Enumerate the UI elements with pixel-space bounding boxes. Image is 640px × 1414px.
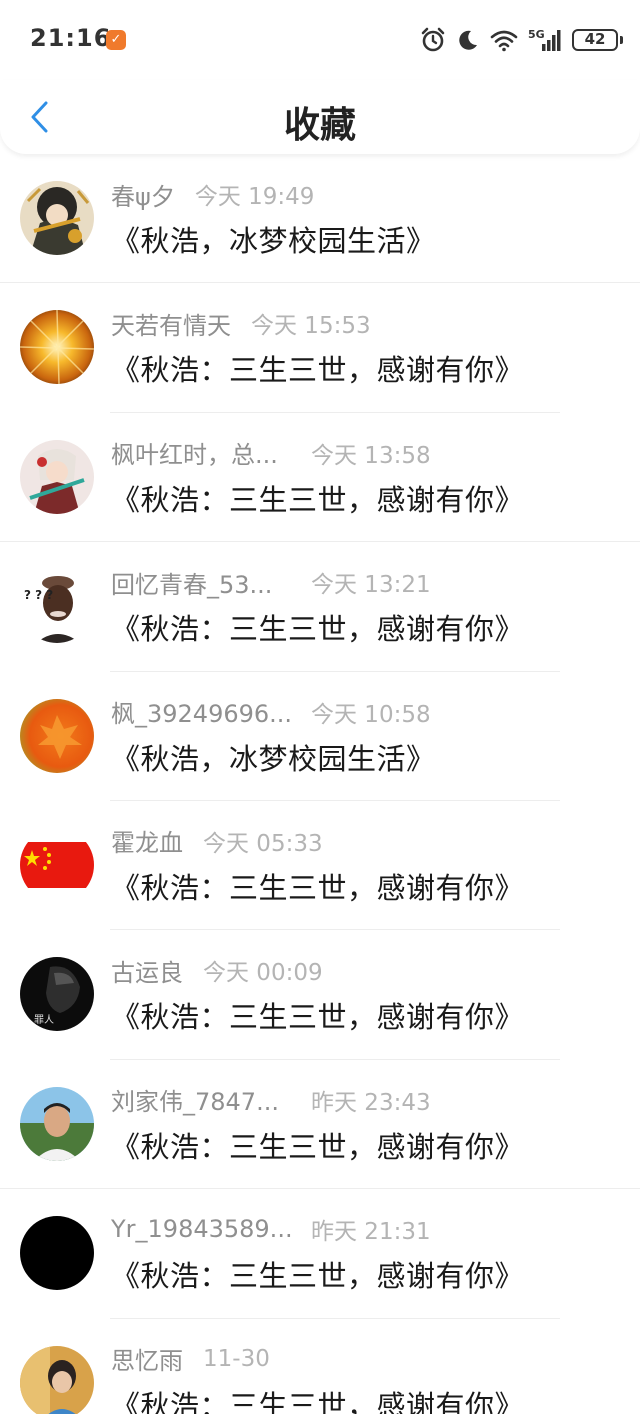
list-item[interactable]: 罪人 古运良 今天 00:09 《秋浩：三生三世，感谢有你》 — [0, 930, 640, 1060]
list-item[interactable]: 春ψ夕 今天 19:49 《秋浩，冰梦校园生活》 — [0, 154, 640, 284]
avatar[interactable]: ? ? ? — [20, 569, 94, 644]
meta-row: 刘家伟_7847... 昨天 23:43 — [111, 1084, 431, 1116]
username[interactable]: 刘家伟_7847... — [111, 1082, 311, 1117]
avatar[interactable] — [20, 827, 94, 902]
avatar[interactable] — [20, 439, 94, 514]
meta-row: 思忆雨 11-30 — [111, 1341, 270, 1376]
username[interactable]: 天若有情天 — [111, 306, 231, 341]
timestamp: 今天 15:53 — [251, 313, 371, 340]
avatar[interactable] — [20, 181, 94, 255]
status-icons: 5G 42 — [420, 26, 623, 54]
timestamp: 今天 05:33 — [203, 830, 323, 857]
meta-row: 回忆青春_53... 今天 13:21 — [111, 565, 431, 600]
book-title[interactable]: 《秋浩，冰梦校园生活》 — [111, 736, 436, 778]
book-title[interactable]: 《秋浩：三生三世，感谢有你》 — [111, 994, 524, 1036]
page-title: 收藏 — [283, 105, 356, 146]
timestamp: 今天 10:58 — [311, 701, 431, 728]
book-title[interactable]: 《秋浩：三生三世，感谢有你》 — [111, 477, 524, 519]
avatar[interactable] — [20, 1086, 94, 1161]
book-title[interactable]: 《秋浩：三生三世，感谢有你》 — [111, 865, 524, 907]
status-bar: 21:16 ✓ 5G 42 — [0, 0, 640, 80]
question-marks: ? ? ? — [24, 588, 53, 602]
username[interactable]: 枫_39249696... — [111, 694, 311, 729]
meta-row: 春ψ夕 今天 19:49 — [111, 177, 315, 212]
list-item[interactable]: ? ? ? 回忆青春_53... 今天 13:21 《秋浩：三生三世，感谢有你》 — [0, 542, 640, 672]
avatar[interactable] — [20, 310, 94, 385]
timestamp: 11-30 — [203, 1345, 270, 1372]
signal-5g-icon: 5G — [528, 28, 561, 51]
status-time: 21:16 — [30, 24, 112, 52]
book-title[interactable]: 《秋浩：三生三世，感谢有你》 — [111, 1383, 524, 1414]
timestamp: 今天 19:49 — [194, 184, 315, 210]
username[interactable]: 古运良 — [111, 953, 183, 988]
nav-bar: 收藏 — [0, 80, 640, 154]
username[interactable]: Yr_19843589... — [111, 1215, 311, 1243]
meta-row: 古运良 今天 00:09 — [111, 953, 323, 988]
timestamp: 昨天 23:43 — [311, 1089, 431, 1116]
list-item[interactable]: 刘家伟_7847... 昨天 23:43 《秋浩：三生三世，感谢有你》 — [0, 1060, 640, 1190]
avatar[interactable] — [20, 1345, 94, 1414]
network-label: 5G — [528, 28, 545, 41]
avatar-caption: 罪人 — [34, 1014, 54, 1026]
favorites-list: 春ψ夕 今天 19:49 《秋浩，冰梦校园生活》 天若有情天 今天 15:53 … — [0, 154, 640, 1414]
username[interactable]: 枫叶红时，总... — [111, 435, 311, 470]
avatar[interactable] — [20, 698, 94, 773]
book-title[interactable]: 《秋浩：三生三世，感谢有你》 — [111, 1253, 524, 1295]
meta-row: 枫_39249696... 今天 10:58 — [111, 696, 431, 728]
avatar[interactable]: 罪人 — [20, 957, 94, 1032]
list-item[interactable]: 枫叶红时，总... 今天 13:58 《秋浩：三生三世，感谢有你》 — [0, 413, 640, 543]
book-title[interactable]: 《秋浩：三生三世，感谢有你》 — [111, 606, 524, 648]
list-item[interactable]: 思忆雨 11-30 《秋浩：三生三世，感谢有你》 — [0, 1319, 640, 1414]
timestamp: 今天 13:58 — [311, 442, 431, 469]
list-item[interactable]: 天若有情天 今天 15:53 《秋浩：三生三世，感谢有你》 — [0, 283, 640, 413]
list-item[interactable]: 枫_39249696... 今天 10:58 《秋浩，冰梦校园生活》 — [0, 672, 640, 801]
app-badge-icon: ✓ — [106, 30, 126, 50]
battery-level: 42 — [584, 30, 606, 48]
alarm-icon — [421, 27, 445, 52]
username[interactable]: 回忆青春_53... — [111, 565, 311, 600]
timestamp: 今天 00:09 — [203, 960, 323, 987]
wifi-icon — [490, 30, 518, 52]
moon-icon — [459, 30, 477, 50]
username[interactable]: 春ψ夕 — [111, 177, 175, 212]
avatar[interactable] — [20, 1216, 94, 1291]
meta-row: 枫叶红时，总... 今天 13:58 — [111, 437, 431, 469]
username[interactable]: 霍龙血 — [111, 823, 183, 858]
book-title[interactable]: 《秋浩：三生三世，感谢有你》 — [111, 1124, 524, 1166]
list-item[interactable]: Yr_19843589... 昨天 21:31 《秋浩：三生三世，感谢有你》 — [0, 1189, 640, 1319]
timestamp: 昨天 21:31 — [311, 1219, 431, 1246]
list-item[interactable]: 霍龙血 今天 05:33 《秋浩：三生三世，感谢有你》 — [0, 801, 640, 931]
meta-row: 天若有情天 今天 15:53 — [111, 306, 371, 341]
meta-row: Yr_19843589... 昨天 21:31 — [111, 1213, 431, 1245]
meta-row: 霍龙血 今天 05:33 — [111, 825, 323, 857]
book-title[interactable]: 《秋浩：三生三世，感谢有你》 — [111, 347, 524, 389]
timestamp: 今天 13:21 — [311, 572, 431, 599]
battery-icon: 42 — [572, 29, 623, 51]
username[interactable]: 思忆雨 — [111, 1341, 183, 1376]
book-title[interactable]: 《秋浩，冰梦校园生活》 — [111, 218, 436, 260]
